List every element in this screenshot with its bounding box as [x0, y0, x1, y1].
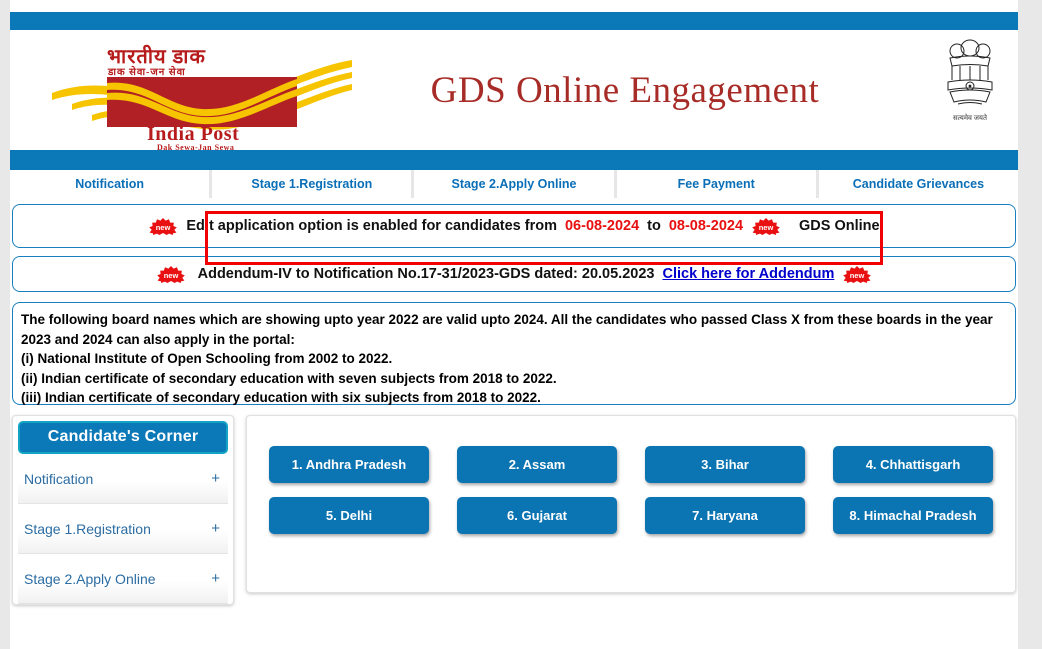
logo-red-box-swoosh [107, 79, 297, 125]
logo-tagline-text: Dak Sewa-Jan Sewa [157, 143, 235, 152]
info-line-1: The following board names which are show… [21, 312, 993, 347]
state-button-himachal-pradesh[interactable]: 8. Himachal Pradesh [833, 497, 993, 534]
content-columns: Candidate's Corner Notification + Stage … [10, 415, 1018, 605]
addendum-link[interactable]: Click here for Addendum [662, 266, 834, 282]
info-line-3: (ii) Indian certificate of secondary edu… [21, 370, 557, 386]
announcement-marquee-secondary: new Addendum-IV to Notification No.17-31… [12, 256, 1016, 292]
info-line-4: (iii) Indian certificate of secondary ed… [21, 390, 541, 405]
expand-plus-icon[interactable]: + [211, 570, 220, 587]
candidates-corner-header: Candidate's Corner [18, 421, 228, 454]
marquee-primary-date-from: 06-08-2024 [564, 218, 640, 234]
sidebar-item-stage1-registration[interactable]: Stage 1.Registration + [18, 504, 228, 554]
new-badge-icon-2: new [751, 217, 781, 235]
tab-stage1-registration[interactable]: Stage 1.Registration [212, 170, 415, 198]
marquee-primary-text-middle: to [647, 218, 661, 234]
page-title: GDS Online Engagement [430, 69, 820, 111]
new-badge-label: new [156, 223, 171, 232]
state-button-bihar[interactable]: 3. Bihar [645, 446, 805, 483]
logo-hindi-subtitle: डाक सेवा-जन सेवा [108, 67, 186, 78]
state-button-haryana[interactable]: 7. Haryana [645, 497, 805, 534]
state-button-andhra-pradesh[interactable]: 1. Andhra Pradesh [269, 446, 429, 483]
sidebar-item-label: Notification [24, 470, 94, 487]
marquee-primary-date-to: 08-08-2024 [668, 218, 744, 234]
state-button-delhi[interactable]: 5. Delhi [269, 497, 429, 534]
india-post-logo: भारतीय डाक डाक सेवा-जन सेवा India Post D… [52, 30, 352, 152]
candidates-corner-panel: Candidate's Corner Notification + Stage … [12, 415, 234, 605]
svg-text:new: new [850, 271, 865, 280]
new-badge-icon-4: new [842, 265, 872, 283]
sidebar-item-stage2-apply-online[interactable]: Stage 2.Apply Online + [18, 554, 228, 604]
new-badge-icon-3: new [156, 265, 186, 283]
marquee-secondary-content: new Addendum-IV to Notification No.17-31… [156, 265, 873, 283]
new-badge-icon: new [148, 217, 178, 235]
marquee-primary-text-before: Edit application option is enabled for c… [186, 218, 557, 234]
state-buttons-grid: 1. Andhra Pradesh 2. Assam 3. Bihar 4. C… [269, 446, 993, 534]
site-banner: भारतीय डाक डाक सेवा-जन सेवा India Post D… [10, 30, 1018, 152]
national-emblem-icon: सत्यमेव जयते [938, 36, 1002, 144]
main-navigation: Notification Stage 1.Registration Stage … [10, 170, 1018, 198]
emblem-caption: सत्यमेव जयते [953, 114, 987, 122]
svg-text:new: new [163, 271, 178, 280]
bottom-blue-bar [10, 150, 1018, 170]
sidebar-item-label: Stage 1.Registration [24, 520, 151, 537]
board-names-info-box: The following board names which are show… [12, 302, 1016, 405]
ashoka-lion-capital-svg [947, 39, 993, 105]
state-button-chhattisgarh[interactable]: 4. Chhattisgarh [833, 446, 993, 483]
info-line-2: (i) National Institute of Open Schooling… [21, 351, 393, 366]
marquee-primary-trailing-text: GDS Online [799, 218, 880, 234]
sidebar-item-label: Stage 2.Apply Online [24, 570, 156, 587]
tab-candidate-grievances[interactable]: Candidate Grievances [818, 170, 1018, 198]
marquee-primary-content: new Edit application option is enabled f… [148, 217, 880, 235]
tab-fee-payment[interactable]: Fee Payment [616, 170, 819, 198]
expand-plus-icon[interactable]: + [211, 470, 220, 487]
svg-text:new: new [759, 223, 774, 232]
state-selection-panel: 1. Andhra Pradesh 2. Assam 3. Bihar 4. C… [246, 415, 1016, 593]
state-button-gujarat[interactable]: 6. Gujarat [457, 497, 617, 534]
state-button-assam[interactable]: 2. Assam [457, 446, 617, 483]
expand-plus-icon[interactable]: + [211, 520, 220, 537]
top-blue-bar [10, 12, 1018, 30]
tab-stage2-apply-online[interactable]: Stage 2.Apply Online [414, 170, 617, 198]
announcement-marquee-primary: new Edit application option is enabled f… [12, 204, 1016, 248]
tab-notification[interactable]: Notification [10, 170, 213, 198]
marquee-secondary-text: Addendum-IV to Notification No.17-31/202… [197, 266, 655, 282]
page-container: भारतीय डाक डाक सेवा-जन सेवा India Post D… [10, 0, 1018, 649]
sidebar-item-notification[interactable]: Notification + [18, 454, 228, 504]
